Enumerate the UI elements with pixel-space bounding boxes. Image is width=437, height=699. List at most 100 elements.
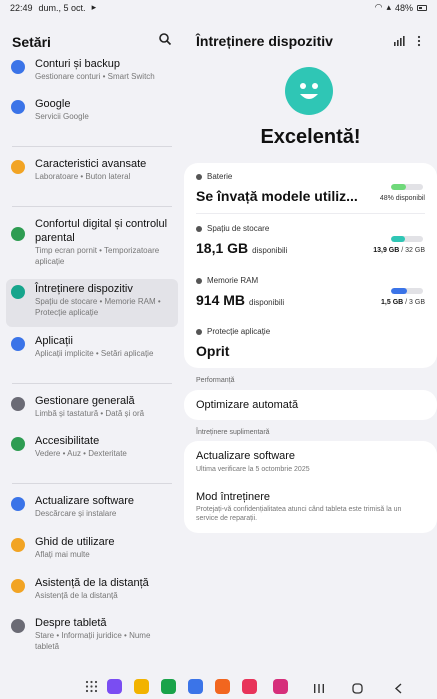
settings-item-5[interactable]: Aplicații Aplicații implicite • Setări ap… [6, 331, 178, 365]
performance-section-title: Performanță [196, 377, 235, 384]
settings-item-title: Conturi și backup [35, 58, 120, 70]
storage-icon [196, 225, 202, 232]
ram-value: 914 MB [196, 292, 246, 308]
battery-bar-fill [391, 184, 407, 190]
messages-icon[interactable] [188, 679, 203, 694]
settings-item-10[interactable]: Asistență de la distanță Asistență de la … [6, 573, 178, 607]
phone-icon[interactable] [161, 679, 176, 694]
settings-item-subtitle: Servicii Google [35, 112, 89, 121]
battery-bar [391, 184, 423, 190]
settings-item-subtitle: Stare • Informații juridice • Nume table… [35, 631, 151, 651]
storage-bar [391, 236, 423, 242]
settings-item-title: Caracteristici avansate [35, 158, 147, 170]
stats-icon[interactable] [393, 35, 405, 47]
settings-item-title: Gestionare generală [35, 395, 135, 407]
app-drawer-icon[interactable] [84, 679, 99, 694]
divider [12, 206, 172, 207]
protection-label: Protecție aplicație [207, 327, 271, 336]
storage-bar-fill [391, 236, 405, 242]
ram-used: 1,5 GB [381, 299, 404, 306]
gallery-icon[interactable] [273, 679, 288, 694]
settings-item-6[interactable]: Gestionare generală Limbă și tastatură • … [6, 391, 178, 425]
back-button[interactable] [394, 681, 404, 694]
settings-item-subtitle: Aflați mai multe [35, 550, 90, 559]
cast-icon: ▸ [91, 2, 97, 12]
settings-item-subtitle: Spațiu de stocare • Memorie RAM • Protec… [35, 297, 161, 317]
sync-icon [11, 60, 25, 74]
ram-total: / 3 GB [405, 299, 425, 306]
ram-bar [391, 288, 423, 294]
settings-item-11[interactable]: Despre tabletă Stare • Informații juridic… [6, 613, 178, 657]
signal-icon: ▴ [386, 2, 391, 12]
status-bar: 22:49 dum., 5 oct. ▸ ◠ ▴ 48% [0, 0, 437, 14]
storage-used: 13,9 GB [373, 247, 400, 254]
info-icon [11, 619, 25, 633]
status-smiley-icon [285, 67, 333, 115]
battery-icon [417, 4, 427, 11]
settings-item-title: Ghid de utilizare [35, 536, 115, 548]
settings-item-subtitle: Timp ecran pornit • Temporizatoare aplic… [35, 246, 160, 266]
settings-item-title: Actualizare software [35, 495, 135, 507]
status-card: Baterie Se învață modele utiliz... 48% d… [184, 163, 437, 368]
google-icon [11, 100, 25, 114]
software-update-title: Actualizare software [196, 450, 296, 462]
divider [12, 383, 172, 384]
battery-bar-text: 48% disponibil [379, 195, 425, 202]
settings-item-title: Asistență de la distanță [35, 577, 149, 589]
battery-percent: 48% [394, 2, 413, 13]
search-icon[interactable] [158, 32, 172, 46]
settings-item-subtitle: Aplicații implicite • Setări aplicație [35, 349, 154, 358]
settings-item-4[interactable]: Întreținere dispozitiv Spațiu de stocare … [6, 279, 178, 327]
apps-icon [11, 337, 25, 351]
storage-unit: disponibili [252, 246, 288, 255]
status-date: dum., 5 oct. [38, 2, 86, 13]
recents-icon [314, 684, 324, 693]
settings-item-2[interactable]: Caracteristici avansate Laboratoare • But… [6, 154, 178, 188]
home-icon [352, 683, 363, 694]
settings-item-7[interactable]: Accesibilitate Vedere • Auz • Dexteritate [6, 431, 178, 465]
home-button[interactable] [352, 681, 363, 694]
auto-optimize-card[interactable]: Optimizare automată [184, 390, 437, 420]
ram-icon [196, 277, 202, 284]
recent-apps-button[interactable] [313, 681, 325, 693]
guide-icon [11, 538, 25, 552]
battery-value: Se învață modele utiliz... [196, 188, 358, 204]
divider [12, 483, 172, 484]
settings-item-title: Accesibilitate [35, 435, 100, 447]
ram-label: Memorie RAM [207, 276, 259, 285]
maintenance-mode-subtitle: Protejați-vă confidențialitatea atunci c… [196, 506, 402, 522]
divider [12, 146, 172, 147]
ram-unit: disponibili [249, 298, 285, 307]
wifi-icon: ◠ [374, 2, 383, 12]
star-icon [11, 160, 25, 174]
extra-maintenance-card: Actualizare software Ultima verificare l… [184, 441, 437, 533]
settings-item-subtitle: Laboratoare • Buton lateral [35, 172, 131, 181]
settings-item-1[interactable]: Google Servicii Google [6, 94, 178, 128]
camera-icon[interactable] [242, 679, 257, 694]
page-title: Întreținere dispozitiv [196, 33, 333, 49]
software-update-subtitle: Ultima verificare la 5 octombrie 2025 [196, 466, 310, 473]
settings-item-subtitle: Asistență de la distanță [35, 591, 118, 600]
status-time: 22:49 [10, 2, 33, 13]
extra-maintenance-section-title: Întreținere suplimentară [196, 429, 270, 436]
settings-title: Setări [12, 34, 51, 50]
contacts-icon[interactable] [215, 679, 230, 694]
settings-item-9[interactable]: Ghid de utilizare Aflați mai multe [6, 532, 178, 566]
settings-item-subtitle: Limbă și tastatură • Dată și oră [35, 409, 145, 418]
settings-list-panel: Setări Conturi și backup Gestionare contu… [0, 14, 184, 674]
settings-item-title: Aplicații [35, 335, 73, 347]
settings-item-3[interactable]: Confortul digital și controlul parental T… [6, 214, 178, 266]
settings-item-0[interactable]: Conturi și backup Gestionare conturi • Sm… [6, 54, 178, 88]
settings-item-title: Întreținere dispozitiv [35, 283, 133, 295]
my-files-icon[interactable] [134, 679, 149, 694]
more-options-icon[interactable] [413, 35, 425, 47]
settings-item-title: Confortul digital și controlul parental [35, 218, 168, 244]
maintenance-mode-title: Mod întreținere [196, 491, 270, 503]
settings-item-subtitle: Vedere • Auz • Dexteritate [35, 449, 127, 458]
settings-item-8[interactable]: Actualizare software Descărcare și instal… [6, 491, 178, 525]
back-icon [394, 683, 402, 694]
galaxy-store-icon[interactable] [107, 679, 122, 694]
sliders-icon [11, 397, 25, 411]
protection-value: Oprit [196, 343, 230, 359]
wellbeing-icon [11, 227, 25, 241]
